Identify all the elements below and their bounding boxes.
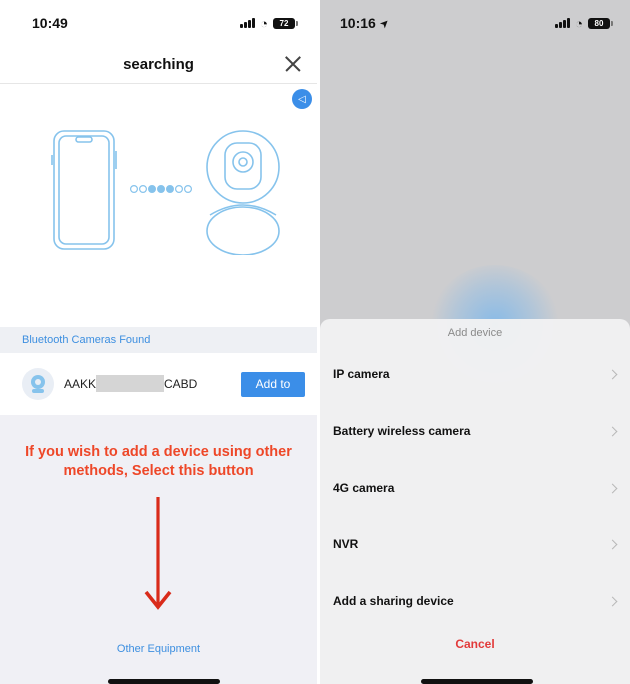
status-icons-right: ◔ 80 xyxy=(555,15,613,31)
battery-icon: 72 xyxy=(273,17,298,29)
camera-icon xyxy=(206,130,280,255)
other-equipment-link[interactable]: Other Equipment xyxy=(0,643,317,655)
option-add-sharing-device[interactable]: Add a sharing device xyxy=(320,573,630,629)
battery-level-right: 80 xyxy=(594,18,604,28)
battery-level: 72 xyxy=(279,18,289,28)
phone-to-camera-illustration xyxy=(51,130,280,255)
location-arrow-icon: ➤ xyxy=(377,15,393,31)
home-indicator xyxy=(108,679,220,684)
page-title: searching xyxy=(123,56,194,73)
left-screen: 10:49 ◔ 72 searching ◁ Bluetooth Cameras… xyxy=(0,0,317,684)
wifi-icon: ◔ xyxy=(575,15,583,31)
home-indicator-right xyxy=(421,679,533,684)
option-label: 4G camera xyxy=(333,481,395,495)
option-battery-wireless-camera[interactable]: Battery wireless camera xyxy=(320,403,630,459)
status-time: 10:49 xyxy=(32,15,68,31)
nav-bar: searching xyxy=(0,46,317,84)
device-name-suffix: CABD xyxy=(164,377,198,391)
speaker-icon[interactable]: ◁ xyxy=(292,89,312,109)
battery-icon: 80 xyxy=(588,17,613,29)
device-name-prefix: AAKK xyxy=(64,377,97,391)
connection-dots xyxy=(129,184,193,193)
signal-icon xyxy=(555,18,571,28)
chevron-right-icon xyxy=(607,596,618,606)
chevron-right-icon xyxy=(607,426,618,436)
close-icon[interactable] xyxy=(281,52,305,76)
annotation-text: If you wish to add a device using other … xyxy=(25,444,292,479)
option-label: Add a sharing device xyxy=(333,594,454,608)
option-nvr[interactable]: NVR xyxy=(320,516,630,572)
option-label: IP camera xyxy=(333,367,390,381)
status-icons: ◔ 72 xyxy=(240,15,298,31)
arrow-down-icon xyxy=(144,497,172,610)
device-name: AAKK CABD xyxy=(64,375,198,392)
device-row: AAKK CABD Add to xyxy=(0,353,317,415)
chevron-right-icon xyxy=(607,369,618,379)
phone-icon xyxy=(53,130,115,250)
option-label: NVR xyxy=(333,537,359,551)
status-time-group: 10:16 ➤ xyxy=(340,15,392,31)
chevron-right-icon xyxy=(607,483,618,493)
option-label: Battery wireless camera xyxy=(333,424,471,438)
add-to-button[interactable]: Add to xyxy=(241,371,305,397)
status-time-right: 10:16 xyxy=(340,15,376,31)
section-header: Bluetooth Cameras Found xyxy=(0,327,317,353)
option-4g-camera[interactable]: 4G camera xyxy=(320,460,630,516)
status-bar-right: 10:16 ➤ ◔ 80 xyxy=(320,0,630,46)
sheet-title: Add device xyxy=(447,327,503,339)
lower-area: If you wish to add a device using other … xyxy=(0,415,317,684)
right-screen: 10:16 ➤ ◔ 80 Add device IP camera Batter… xyxy=(320,0,630,684)
wifi-icon: ◔ xyxy=(260,15,268,31)
camera-avatar-icon xyxy=(22,368,54,400)
cancel-button[interactable]: Cancel xyxy=(320,637,630,651)
signal-icon xyxy=(240,18,256,28)
chevron-right-icon xyxy=(607,539,618,549)
status-bar: 10:49 ◔ 72 xyxy=(0,0,317,46)
add-device-sheet: Add device IP camera Battery wireless ca… xyxy=(320,319,630,684)
redaction-block xyxy=(96,375,164,392)
option-ip-camera[interactable]: IP camera xyxy=(320,346,630,402)
